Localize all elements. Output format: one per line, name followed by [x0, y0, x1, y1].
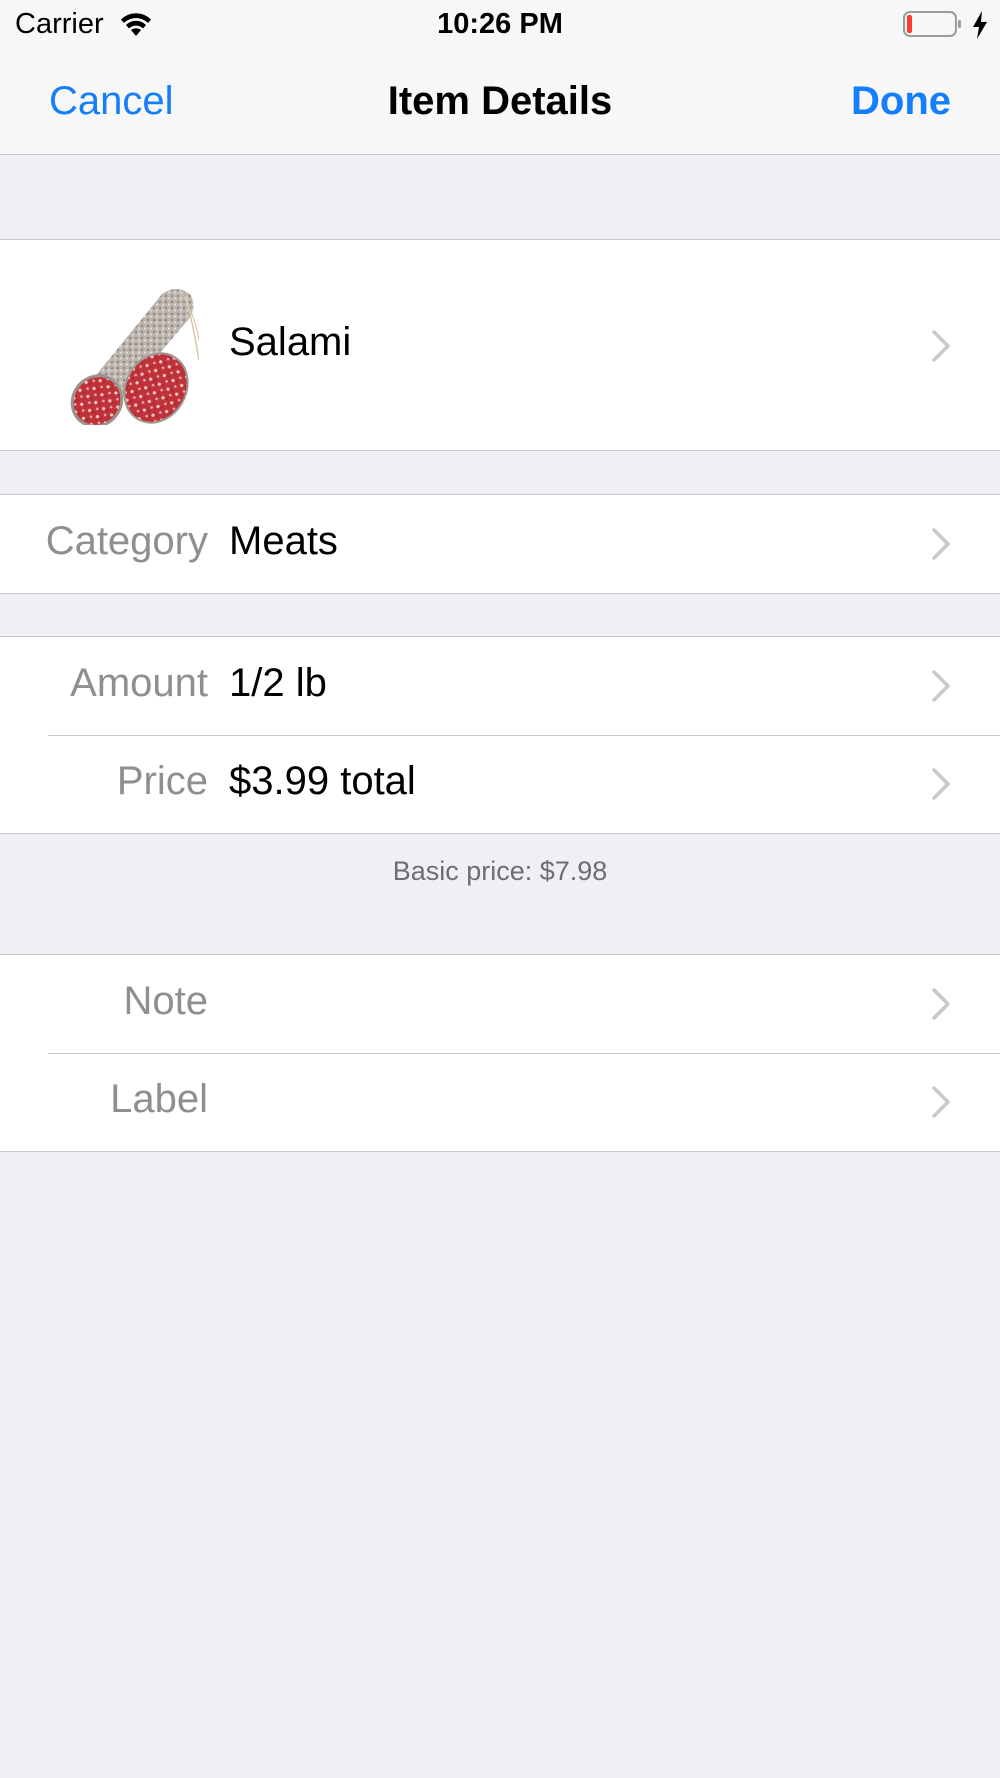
amount-price-group: Amount 1/2 lb Price $3.99 total: [0, 636, 1000, 834]
label-row[interactable]: Label: [0, 1053, 1000, 1151]
item-name: Salami: [229, 320, 352, 364]
item-name-row[interactable]: Salami: [0, 240, 1000, 450]
amount-row[interactable]: Amount 1/2 lb: [0, 637, 1000, 735]
item-thumbnail[interactable]: [44, 270, 199, 425]
label-label: Label: [110, 1077, 208, 1121]
done-button[interactable]: Done: [851, 79, 951, 124]
chevron-right-icon: [932, 768, 950, 800]
basic-price-note: Basic price: $7.98: [392, 856, 608, 886]
amount-label: Amount: [70, 661, 208, 705]
note-label: Note: [123, 979, 209, 1023]
note-label-group: Note Label: [0, 954, 1000, 1152]
charging-bolt-icon: [973, 11, 987, 39]
category-value: Meats: [229, 519, 338, 563]
navigation-bar: Cancel Item Details Done: [0, 50, 1000, 155]
status-bar: Carrier 10:26 PM: [0, 0, 1000, 50]
category-group: Category Meats: [0, 494, 1000, 594]
item-details-screen: Carrier 10:26 PM Cancel Item Details Don…: [0, 0, 1000, 1778]
price-label: Price: [116, 759, 208, 803]
category-row[interactable]: Category Meats: [0, 495, 1000, 593]
chevron-right-icon: [932, 988, 950, 1020]
chevron-right-icon: [932, 1086, 950, 1118]
amount-value: 1/2 lb: [229, 661, 327, 705]
category-label: Category: [45, 519, 208, 563]
salami-photo: [44, 270, 199, 425]
item-group: Salami: [0, 239, 1000, 451]
chevron-right-icon: [932, 528, 950, 560]
chevron-right-icon: [932, 670, 950, 702]
price-value: $3.99 total: [229, 759, 416, 803]
chevron-right-icon: [932, 330, 950, 362]
note-row[interactable]: Note: [0, 955, 1000, 1053]
status-time: 10:26 PM: [437, 8, 563, 40]
page-title: Item Details: [387, 79, 613, 123]
price-row[interactable]: Price $3.99 total: [0, 735, 1000, 833]
battery-low-icon: [903, 11, 961, 37]
